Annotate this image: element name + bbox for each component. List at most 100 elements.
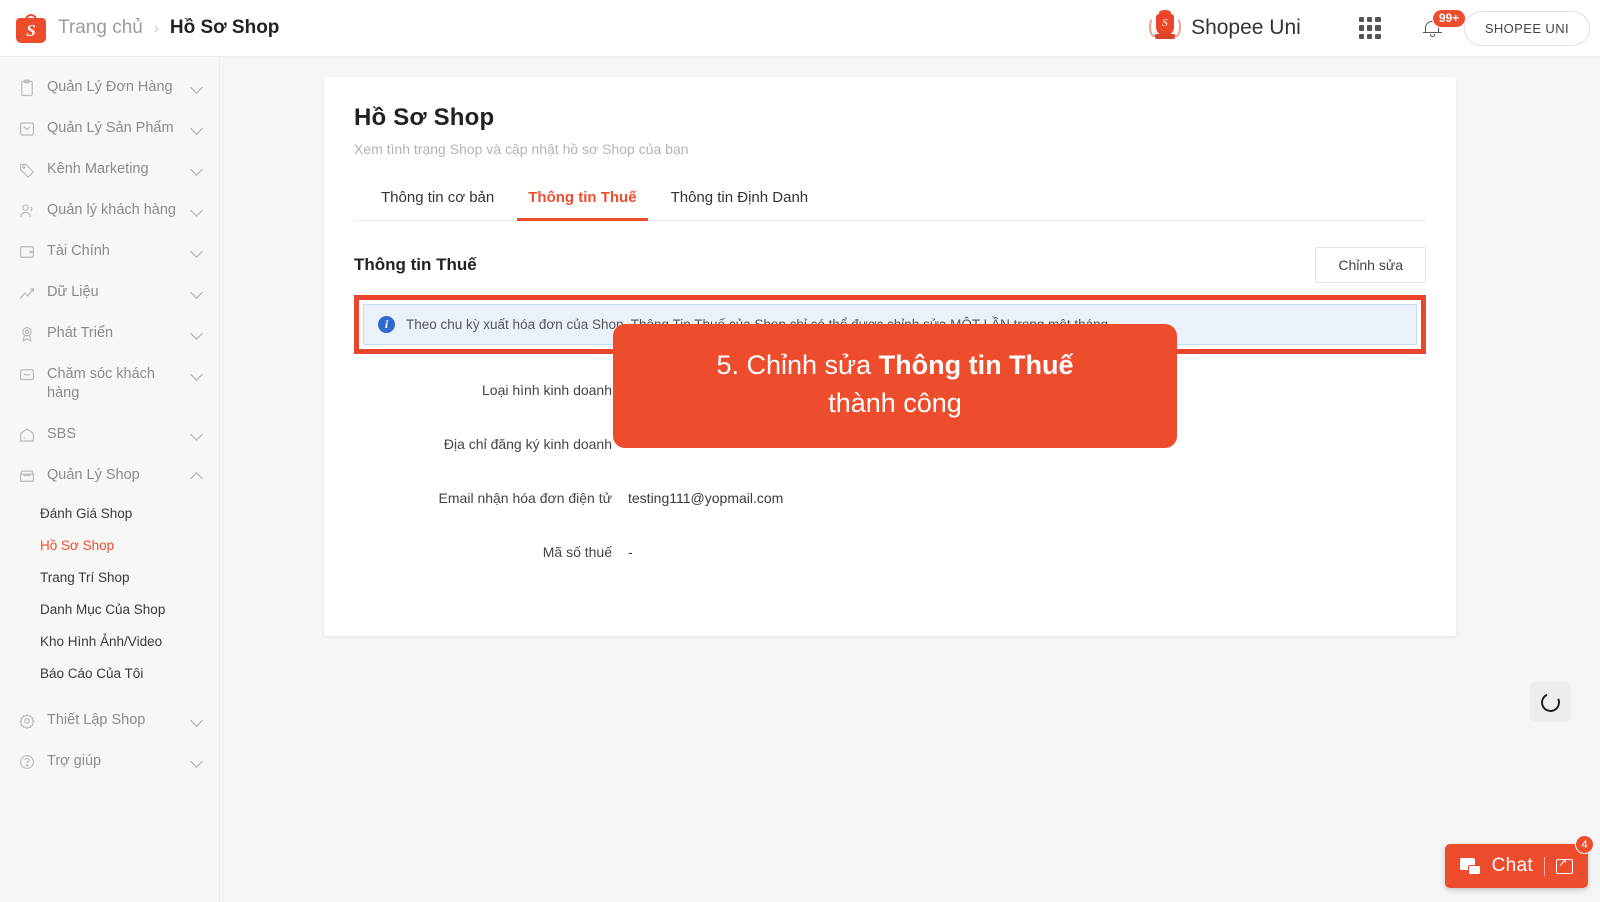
sidebar-subitem-trang-tri-shop[interactable]: Trang Trí Shop: [0, 562, 219, 594]
clipboard-icon: [18, 79, 36, 97]
tab-thong-tin-dinh-danh[interactable]: Thông tin Định Danh: [654, 177, 826, 220]
chevron-down-icon: [191, 328, 203, 340]
sidebar-item-quan-ly-khach-hang[interactable]: Quản lý khách hàng: [0, 190, 219, 231]
chat-support-icon: [18, 366, 36, 384]
sidebar-navigation[interactable]: Quản Lý Đơn Hàng Quản Lý Sản Phẩm Kênh M…: [0, 57, 220, 902]
sidebar-item-cham-soc-khach-hang[interactable]: Chăm sóc khách hàng: [0, 354, 219, 414]
chevron-down-icon: [191, 287, 203, 299]
main-content-area: Hồ Sơ Shop Xem tình trạng Shop và cập nh…: [220, 57, 1600, 902]
annotation-callout: 5. Chỉnh sửa Thông tin Thuế thành công: [613, 324, 1177, 448]
scroll-top-button[interactable]: [1530, 682, 1570, 722]
sidebar-item-label: Phát Triển: [47, 325, 114, 341]
page-subtitle: Xem tình trạng Shop và cập nhật hồ sơ Sh…: [354, 141, 689, 157]
grid-dot: [1375, 33, 1381, 39]
sidebar-item-label: Chăm sóc khách hàng: [47, 366, 155, 401]
notification-count-badge: 99+: [1431, 8, 1467, 28]
sidebar-item-label: Kênh Marketing: [47, 161, 149, 177]
sidebar-subitem-ho-so-shop[interactable]: Hồ Sơ Shop: [0, 530, 219, 562]
annotation-line-2: thành công: [828, 388, 962, 418]
breadcrumb: Trang chủ › Hồ Sơ Shop: [58, 17, 279, 39]
bell-clapper: [1429, 33, 1435, 37]
chevron-down-icon: [191, 369, 203, 381]
shopee-uni-brand[interactable]: Shopee Uni: [1147, 10, 1301, 46]
annotation-prefix: 5. Chỉnh sửa: [716, 350, 879, 380]
grid-dot: [1358, 17, 1365, 23]
card-header: Hồ Sơ Shop Xem tình trạng Shop và cập nh…: [324, 77, 1456, 221]
field-label: Loại hình kinh doanh: [482, 382, 612, 398]
sidebar-item-kenh-marketing[interactable]: Kênh Marketing: [0, 149, 219, 190]
page-title: Hồ Sơ Shop: [354, 104, 495, 131]
question-circle-icon: [18, 753, 36, 771]
sidebar-subitem-kho-hinh-anh-video[interactable]: Kho Hình Ảnh/Video: [0, 626, 219, 658]
sidebar-item-tai-chinh[interactable]: Tài Chính: [0, 231, 219, 272]
sidebar-item-label: SBS: [47, 426, 77, 442]
bag-letter: S: [26, 20, 36, 40]
grid-dot: [1358, 33, 1365, 39]
sidebar-item-du-lieu[interactable]: Dữ Liệu: [0, 272, 219, 313]
chat-unread-badge: 4: [1575, 835, 1594, 854]
app-root: S Trang chủ › Hồ Sơ Shop Shopee Uni: [0, 0, 1600, 902]
sidebar-item-tro-giup[interactable]: Trợ giúp: [0, 741, 219, 782]
account-button[interactable]: SHOPEE UNI: [1463, 10, 1590, 46]
chat-widget-button[interactable]: Chat 4: [1444, 835, 1594, 888]
sidebar-item-label: Thiết Lập Shop: [47, 712, 146, 728]
field-value: -: [628, 544, 633, 560]
sidebar-item-label: Quản Lý Đơn Hàng: [47, 79, 173, 95]
sidebar-item-quan-ly-don-hang[interactable]: Quản Lý Đơn Hàng: [0, 67, 219, 108]
chevron-down-icon: [191, 429, 203, 441]
annotation-line-1: 5. Chỉnh sửa Thông tin Thuế: [637, 346, 1153, 384]
chevron-down-icon: [191, 756, 203, 768]
sidebar-item-label: Trợ giúp: [47, 753, 102, 769]
user-group-icon: [18, 202, 36, 220]
tab-thong-tin-thue[interactable]: Thông tin Thuế: [511, 177, 653, 221]
field-label: Địa chỉ đăng ký kinh doanh: [443, 436, 612, 452]
chat-label: Chat: [1491, 855, 1533, 876]
grid-dot: [1375, 17, 1381, 23]
grid-dot: [1367, 17, 1373, 23]
sidebar-item-label: Quản lý khách hàng: [47, 202, 176, 218]
box-icon: [18, 120, 36, 138]
chart-line-icon: [18, 284, 36, 302]
annotation-bold: Thông tin Thuế: [878, 350, 1074, 380]
sidebar-item-phat-trien[interactable]: Phát Triển: [0, 313, 219, 354]
sidebar-item-thiet-lap-shop[interactable]: Thiết Lập Shop: [0, 700, 219, 741]
top-navigation-bar: S Trang chủ › Hồ Sơ Shop Shopee Uni: [0, 0, 1600, 57]
sidebar-subitem-danh-gia-shop[interactable]: Đánh Giá Shop: [0, 498, 219, 530]
wallet-icon: [18, 243, 36, 261]
chevron-down-icon: [191, 715, 203, 727]
sidebar-subitem-danh-muc-cua-shop[interactable]: Danh Mục Của Shop: [0, 594, 219, 626]
expand-window-icon[interactable]: [1556, 856, 1573, 874]
breadcrumb-current: Hồ Sơ Shop: [169, 17, 280, 38]
grid-dot: [1375, 25, 1381, 31]
storefront-icon: [18, 467, 36, 485]
chat-bubble-front: [1467, 864, 1481, 875]
tag-icon: [18, 161, 36, 179]
shopee-bag-icon[interactable]: S: [16, 13, 46, 43]
grid-dot: [1367, 25, 1373, 31]
shop-profile-card: Hồ Sơ Shop Xem tình trạng Shop và cập nh…: [324, 77, 1456, 636]
chevron-down-icon: [191, 205, 203, 217]
breadcrumb-home-link[interactable]: Trang chủ: [58, 17, 143, 39]
grid-apps-icon[interactable]: [1358, 17, 1381, 39]
shopee-uni-crest-icon: [1147, 10, 1183, 46]
sidebar-item-label: Quản Lý Sản Phẩm: [47, 120, 174, 136]
gear-icon: [18, 712, 36, 730]
info-circle-icon: i: [378, 316, 395, 333]
chevron-down-icon: [191, 246, 203, 258]
field-label: Mã số thuế: [542, 544, 612, 560]
sidebar-item-sbs[interactable]: SBS: [0, 414, 219, 455]
notification-bell-button[interactable]: 99+: [1422, 8, 1467, 38]
chevron-down-icon: [191, 164, 203, 176]
profile-tabs: Thông tin cơ bản Thông tin Thuế Thông ti…: [354, 177, 1426, 221]
sidebar-item-quan-ly-san-pham[interactable]: Quản Lý Sản Phẩm: [0, 108, 219, 149]
tab-thong-tin-co-ban[interactable]: Thông tin cơ bản: [364, 177, 511, 220]
sidebar-subitem-bao-cao-cua-toi[interactable]: Báo Cáo Của Tôi: [0, 658, 219, 690]
section-header-row: Thông tin Thuế Chỉnh sửa: [354, 221, 1426, 291]
loading-ring-icon: [1537, 689, 1563, 715]
grid-dot: [1367, 33, 1373, 39]
grid-dot: [1358, 25, 1365, 31]
sidebar-item-quan-ly-shop[interactable]: Quản Lý Shop: [0, 455, 219, 496]
chevron-up-icon: [191, 470, 203, 482]
edit-button[interactable]: Chỉnh sửa: [1315, 247, 1426, 283]
sidebar-item-label: Tài Chính: [47, 243, 110, 259]
